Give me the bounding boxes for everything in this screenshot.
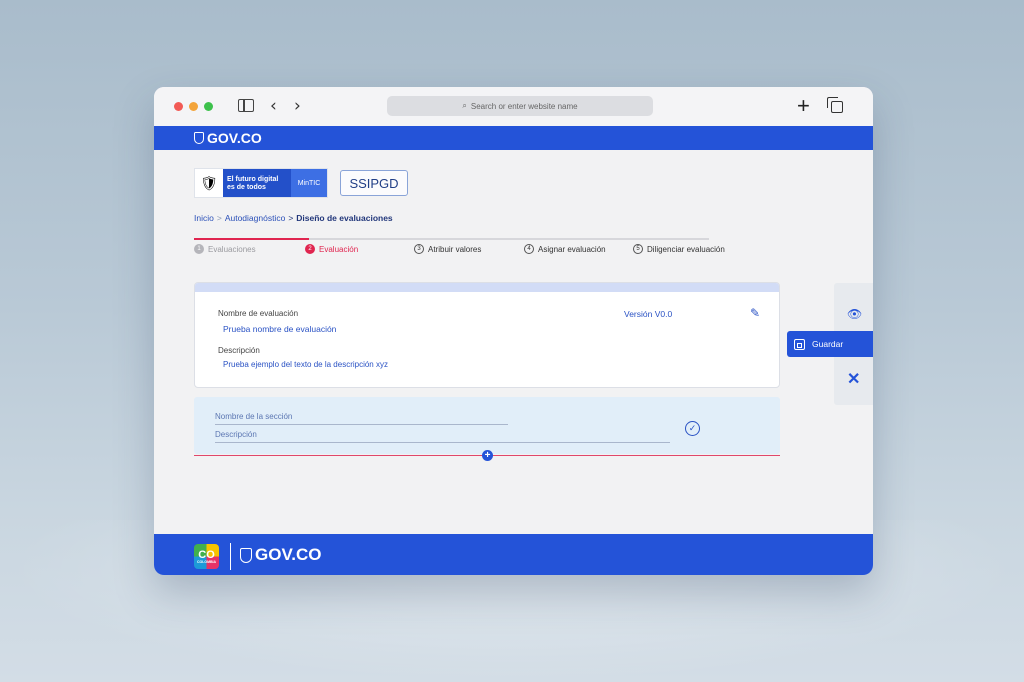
browser-toolbar: ‹ › ⌕ Search or enter website name + (154, 87, 873, 126)
page-content: 🛡 El futuro digital es de todos MinTIC S… (154, 150, 873, 534)
breadcrumb-item-autodiagnostico[interactable]: Autodiagnóstico (225, 213, 286, 223)
step-number: 4 (524, 244, 534, 254)
sidebar-toggle-icon[interactable] (238, 99, 254, 112)
gov-footer-bar: CO COLOMBIA GOV.CO (154, 534, 873, 575)
step-diligenciar-evaluacion[interactable]: 5 Diligenciar evaluación (633, 244, 725, 254)
step-asignar-evaluacion[interactable]: 4 Asignar evaluación (524, 244, 606, 254)
step-atribuir-valores[interactable]: 3 Atribuir valores (414, 244, 481, 254)
evaluation-name-label: Nombre de evaluación (218, 309, 299, 318)
evaluation-name-value: Prueba nombre de evaluación (223, 324, 337, 334)
step-evaluaciones[interactable]: 1 Evaluaciones (194, 244, 256, 254)
mintic-tagline: El futuro digital es de todos (223, 169, 291, 197)
save-disk-icon (794, 338, 805, 350)
co-colombia-logo[interactable]: CO COLOMBIA (194, 544, 219, 569)
footer-gov-logo-text: GOV.CO (255, 545, 322, 564)
new-tab-icon[interactable]: + (797, 95, 810, 117)
step-label: Evaluaciones (208, 244, 256, 254)
description-value: Prueba ejemplo del texto de la descripci… (223, 360, 388, 369)
step-number: 2 (305, 244, 315, 254)
forward-arrow-icon[interactable]: › (294, 96, 301, 116)
gov-logo[interactable]: GOV.CO (194, 130, 262, 146)
new-section-form: Nombre de la sección Descripción ✓ (194, 397, 780, 454)
footer-divider (230, 543, 231, 570)
minimize-window-button[interactable] (189, 102, 198, 111)
step-number: 1 (194, 244, 204, 254)
version-label: Versión V0.0 (624, 309, 673, 319)
section-name-input[interactable]: Nombre de la sección (215, 412, 508, 425)
step-evaluacion[interactable]: 2 Evaluación (305, 244, 358, 254)
breadcrumb-current: Diseño de evaluaciones (296, 213, 393, 223)
card-header-bar (195, 283, 779, 292)
step-label: Atribuir valores (428, 244, 482, 254)
tab-overview-icon[interactable] (827, 97, 843, 113)
step-label: Diligenciar evaluación (647, 244, 725, 254)
step-number: 3 (414, 244, 424, 254)
footer-gov-logo[interactable]: GOV.CO (240, 545, 321, 565)
save-button-label: Guardar (812, 339, 844, 349)
shield-icon (194, 132, 204, 144)
edit-pencil-icon[interactable]: ✎ (750, 306, 760, 320)
search-icon: ⌕ (462, 101, 467, 110)
stepper-progress-line (194, 238, 309, 240)
close-icon[interactable]: ✕ (847, 369, 860, 389)
breadcrumb-separator: > (216, 213, 222, 223)
mintic-logo[interactable]: 🛡 El futuro digital es de todos MinTIC (194, 168, 328, 198)
breadcrumb-separator: > (288, 213, 294, 223)
browser-window: ‹ › ⌕ Search or enter website name + GOV… (154, 87, 873, 575)
section-description-input[interactable]: Descripción (215, 430, 670, 443)
co-logo-subtext: COLOMBIA (196, 559, 217, 564)
address-bar-placeholder: Search or enter website name (470, 101, 578, 111)
stepper-track-line (309, 238, 709, 240)
shield-icon (240, 547, 252, 563)
co-logo-text: CO (198, 548, 215, 561)
stepper: 1 Evaluaciones 2 Evaluación 3 Atribuir v… (194, 238, 779, 258)
step-label: Evaluación (319, 244, 359, 254)
colombia-crest-icon: 🛡 (200, 174, 218, 191)
gov-logo-text: GOV.CO (207, 130, 262, 146)
gov-header-bar: GOV.CO (154, 126, 873, 150)
description-label: Descripción (218, 346, 260, 355)
confirm-check-icon[interactable]: ✓ (685, 421, 700, 436)
evaluation-card: Nombre de evaluación Prueba nombre de ev… (194, 282, 780, 388)
step-number: 5 (633, 244, 643, 254)
address-bar[interactable]: ⌕ Search or enter website name (387, 96, 653, 116)
add-section-button[interactable]: + (482, 450, 493, 461)
maximize-window-button[interactable] (204, 102, 213, 111)
mintic-name: MinTIC (291, 169, 327, 197)
breadcrumb-item-inicio[interactable]: Inicio (194, 213, 214, 223)
step-label: Asignar evaluación (538, 244, 606, 254)
save-button[interactable]: Guardar (787, 331, 873, 357)
eye-icon[interactable]: 👁 (847, 307, 862, 321)
breadcrumb: Inicio > Autodiagnóstico > Diseño de evaluac… (194, 213, 393, 223)
back-arrow-icon[interactable]: ‹ (270, 96, 277, 116)
close-window-button[interactable] (174, 102, 183, 111)
app-name-badge[interactable]: SSIPGD (340, 170, 408, 196)
